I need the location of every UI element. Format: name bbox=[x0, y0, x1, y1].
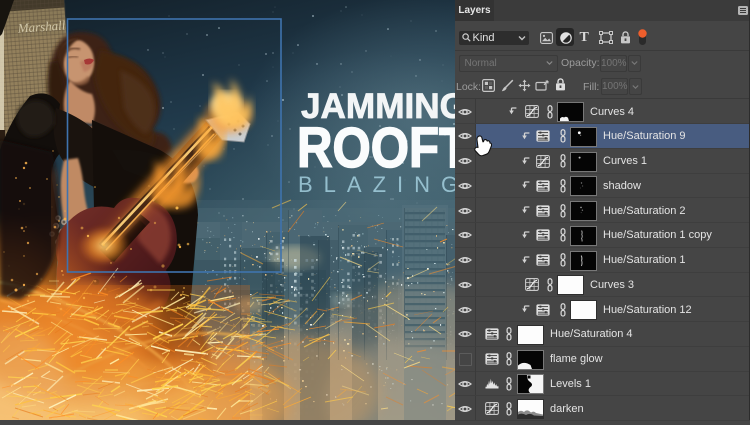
svg-text:BLAZING: BLAZING bbox=[298, 172, 455, 197]
svg-text:ROOFT: ROOFT bbox=[297, 116, 455, 180]
